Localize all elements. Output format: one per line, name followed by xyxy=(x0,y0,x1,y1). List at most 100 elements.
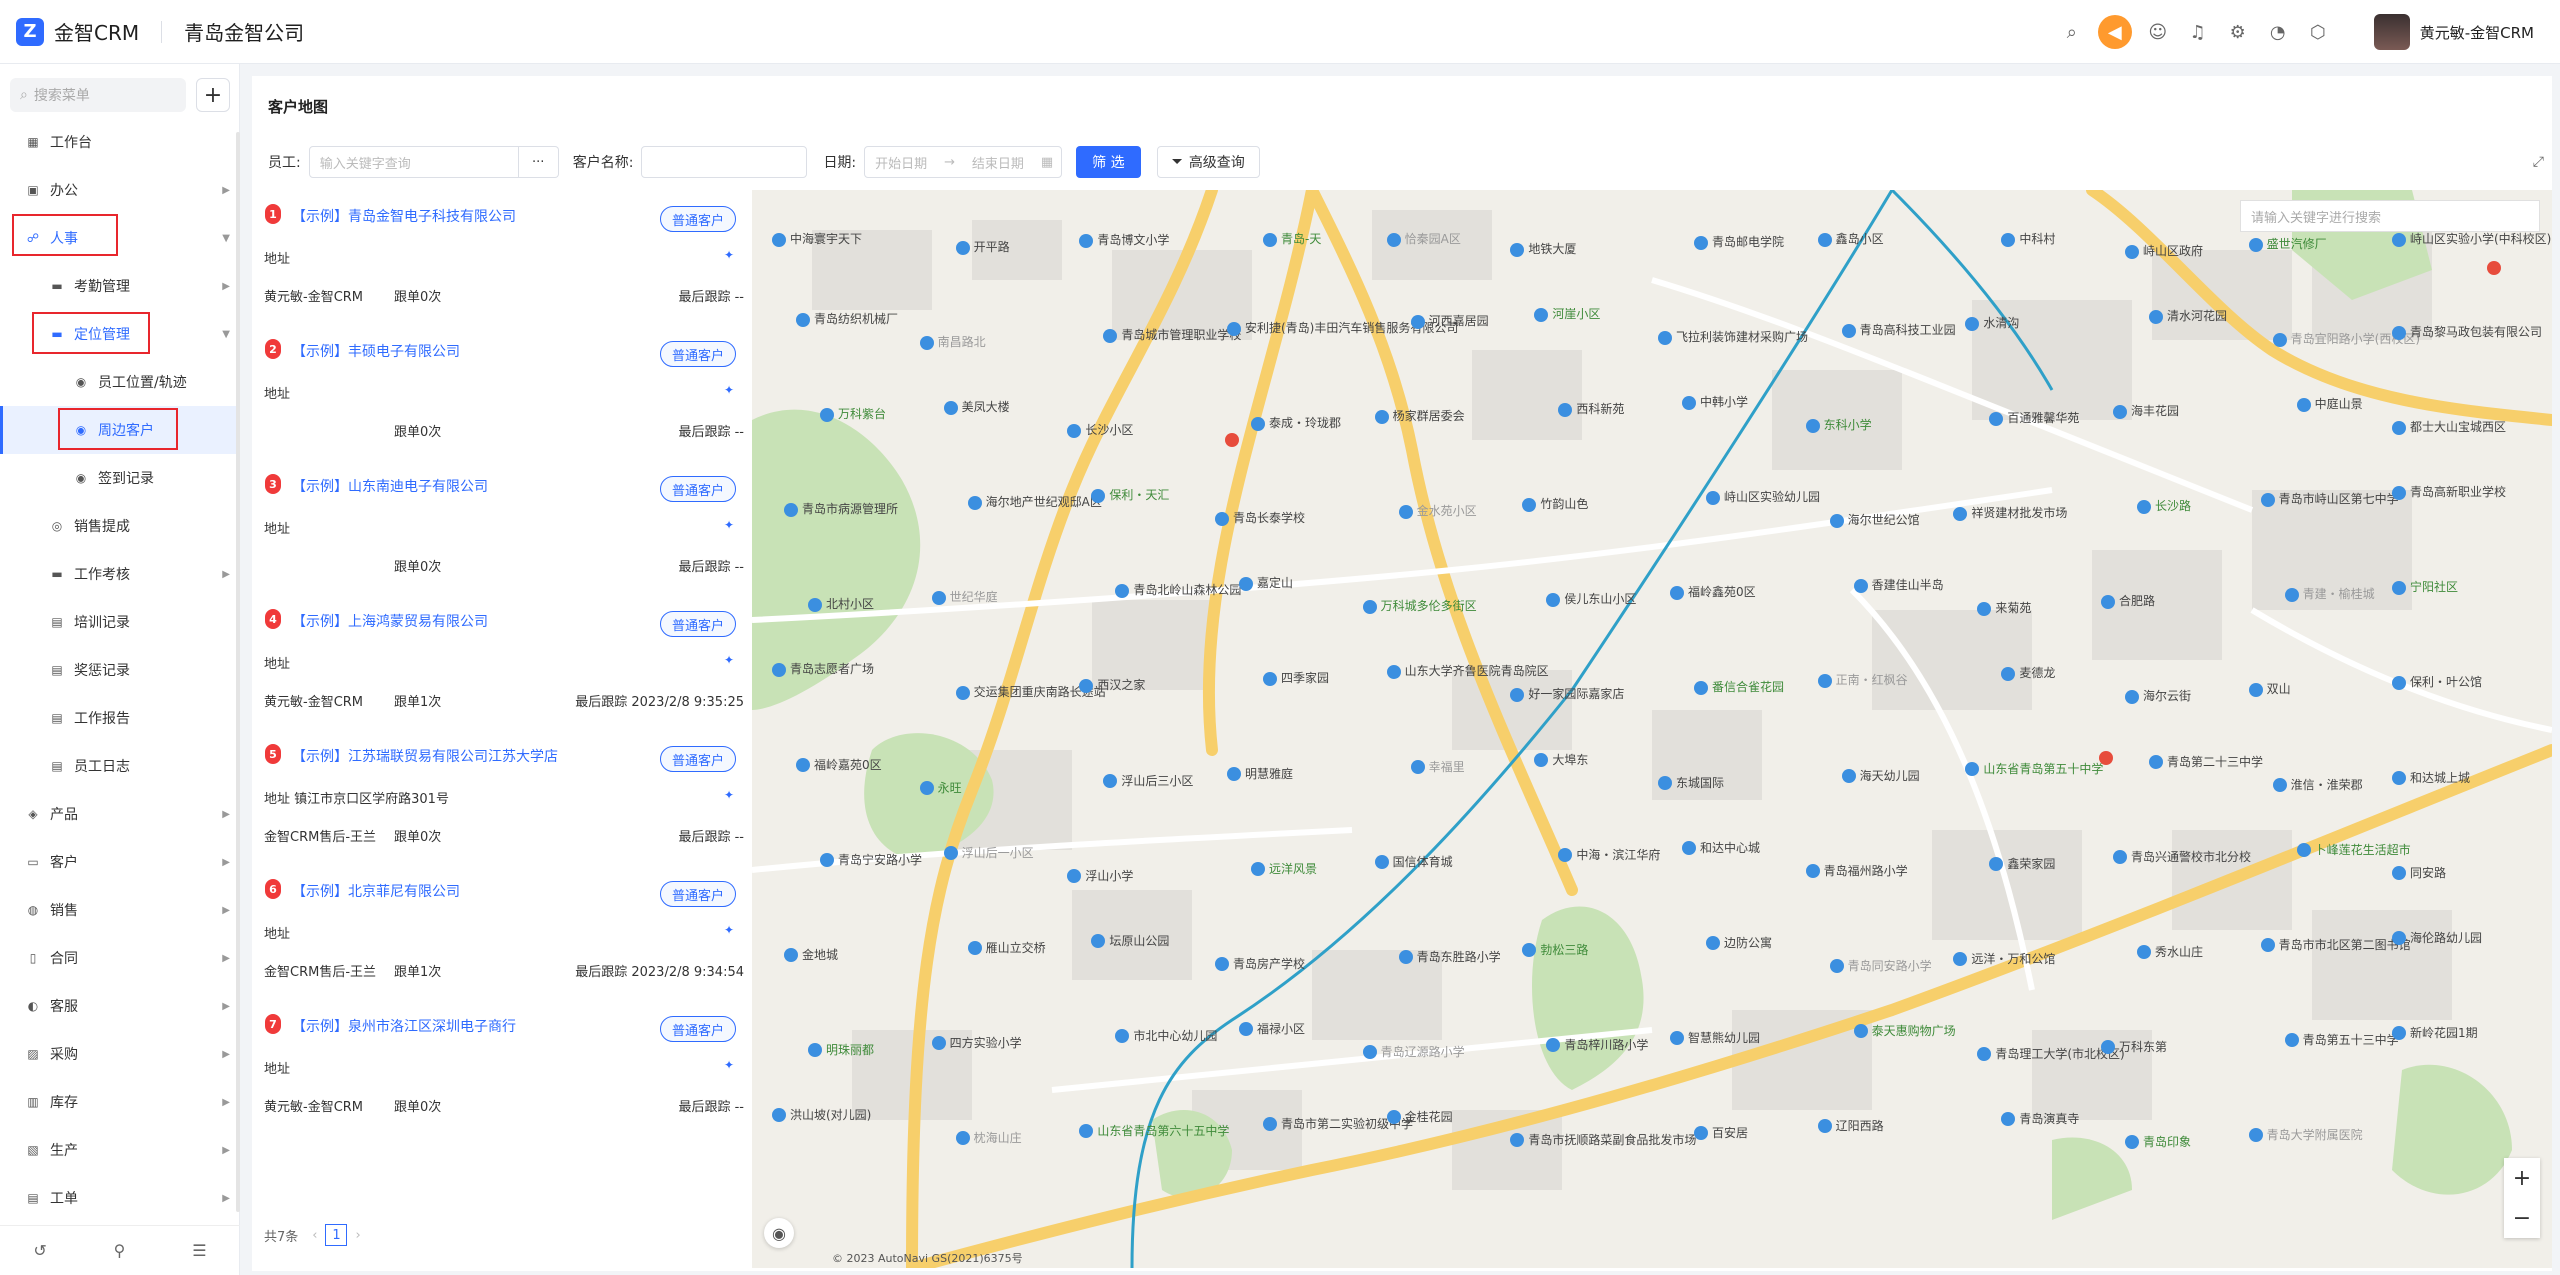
map-place-label[interactable]: 世纪华庭 xyxy=(931,588,998,605)
map-place-label[interactable]: 卜峰莲花生活超市 xyxy=(2296,841,2411,858)
map-place-label[interactable]: 河崖小区 xyxy=(1534,305,1600,322)
map-place-label[interactable]: 青岛长泰学校 xyxy=(1215,509,1305,526)
map-place-label[interactable]: 双山 xyxy=(2248,680,2291,697)
map-place-label[interactable]: 峙山区实验小学(中科校区) xyxy=(2392,230,2551,247)
bell-icon[interactable]: ♫ xyxy=(2178,12,2218,52)
map-place-label[interactable]: 香建佳山半岛 xyxy=(1853,576,1944,593)
map-place-label[interactable]: 山东大学齐鲁医院青岛院区 xyxy=(1386,662,1549,679)
map-view[interactable]: 中海寰宇天下 开平路 青岛博文小学 青岛-天 恰秦园A区 地铁大厦 青岛邮电学院 鑫岛小区 中科… xyxy=(752,190,2552,1268)
map-place-label[interactable]: 青岛第二十三中学 xyxy=(2149,753,2263,770)
sidebar-scrollbar[interactable] xyxy=(236,132,240,1212)
map-place-label[interactable]: 明珠丽都 xyxy=(808,1041,874,1058)
customer-card[interactable]: 4 【示例】上海鸿蒙贸易有限公司 普通客户 地址 ✦ 黄元敏-金智CRM 跟单1次 最后跟踪 … xyxy=(252,595,752,730)
sidebar-item-office[interactable]: ▣ 办公 ▶ xyxy=(0,166,240,214)
sidebar-item-assessment[interactable]: ▬ 工作考核 ▶ xyxy=(0,550,240,598)
map-place-label[interactable]: 海丰花园 xyxy=(2113,402,2179,419)
map-place-label[interactable]: 四方实验小学 xyxy=(931,1034,1022,1051)
map-place-label[interactable]: 同安路 xyxy=(2392,864,2446,881)
map-place-label[interactable]: 勃松三路 xyxy=(1522,941,1588,958)
map-place-label[interactable]: 坛原山公园 xyxy=(1091,932,1169,949)
map-place-label[interactable]: 青岛纺织机械厂 xyxy=(796,310,898,327)
map-place-label[interactable]: 保利・叶公馆 xyxy=(2392,673,2482,690)
map-place-label[interactable]: 永旺 xyxy=(919,779,962,796)
map-place-label[interactable]: 秀水山庄 xyxy=(2137,943,2203,960)
customer-card[interactable]: 5 【示例】江苏瑞联贸易有限公司江苏大学店 普通客户 地址 镇江市京口区学府路301号… xyxy=(252,730,752,865)
customer-name-link[interactable]: 【示例】丰硕电子有限公司 xyxy=(292,341,460,361)
map-place-label[interactable]: 海尔地产世纪观邸A区 xyxy=(967,493,1102,510)
customer-card[interactable]: 1 【示例】青岛金智电子科技有限公司 普通客户 地址 ✦ 黄元敏-金智CRM 跟单0次 最后跟… xyxy=(252,190,752,325)
map-place-label[interactable]: 海尔云街 xyxy=(2125,687,2191,704)
map-place-label[interactable]: 金桂花园 xyxy=(1386,1108,1453,1125)
pushpin-icon[interactable]: ✦ xyxy=(724,1058,734,1072)
map-place-label[interactable]: 长沙小区 xyxy=(1067,421,1133,438)
map-place-label[interactable]: 海伦路幼儿园 xyxy=(2392,929,2482,946)
map-search-input[interactable]: 请输入关键字进行搜索 xyxy=(2240,200,2540,232)
customer-card[interactable]: 2 【示例】丰硕电子有限公司 普通客户 地址 ✦ 跟单0次 最后跟踪 -- xyxy=(252,325,752,460)
zoom-in-button[interactable]: + xyxy=(2513,1166,2531,1191)
map-place-label[interactable]: 青岛北岭山森林公园 xyxy=(1115,581,1241,598)
map-place-label[interactable]: 大埠东 xyxy=(1534,751,1588,768)
map-place-label[interactable]: 海尔世纪公馆 xyxy=(1829,511,1920,528)
filter-button[interactable]: 筛 选 xyxy=(1076,146,1141,178)
gear-icon[interactable]: ⚙ xyxy=(2218,12,2258,52)
map-place-label[interactable]: 青岛市病源管理所 xyxy=(784,500,898,517)
map-place-label[interactable]: 番信合雀花园 xyxy=(1694,678,1784,695)
map-place-label[interactable]: 远洋・万和公馆 xyxy=(1953,950,2055,967)
map-place-label[interactable]: 青岛宁安路小学 xyxy=(820,851,922,868)
map-place-label[interactable]: 青岛博文小学 xyxy=(1079,231,1169,248)
sidebar-item-checkin[interactable]: ◉ 签到记录 xyxy=(0,454,240,502)
sidebar-item-purchase[interactable]: ▨ 采购 ▶ xyxy=(0,1030,240,1078)
map-place-label[interactable]: 地铁大厦 xyxy=(1510,240,1576,257)
sidebar-item-commission[interactable]: ◎ 销售提成 xyxy=(0,502,240,550)
pushpin-icon[interactable]: ✦ xyxy=(724,518,734,532)
map-place-label[interactable]: 青岛梓川路小学 xyxy=(1546,1036,1648,1053)
map-place-label[interactable]: 中海・滨江华府 xyxy=(1558,846,1660,863)
next-page-button[interactable]: › xyxy=(355,1228,360,1243)
zoom-out-button[interactable]: − xyxy=(2513,1206,2531,1231)
map-place-label[interactable]: 鑫荣家园 xyxy=(1989,855,2055,872)
employee-more-button[interactable]: ··· xyxy=(518,146,559,178)
customer-card[interactable]: 6 【示例】北京菲尼有限公司 普通客户 地址 ✦ 金智CRM售后-王兰 跟单1次 最后跟踪 2… xyxy=(252,865,752,1000)
map-place-label[interactable]: 水清沟 xyxy=(1965,314,2019,331)
sidebar-item-service[interactable]: ◐ 客服 ▶ xyxy=(0,982,240,1030)
map-place-label[interactable]: 万科城多伦多街区 xyxy=(1362,597,1477,614)
map-place-label[interactable]: 峙山区政府 xyxy=(2125,242,2203,259)
map-place-label[interactable]: 青岛房产学校 xyxy=(1215,955,1305,972)
pushpin-icon[interactable]: ✦ xyxy=(724,383,734,397)
map-place-label[interactable]: 青岛邮电学院 xyxy=(1694,233,1784,250)
map-place-label[interactable]: 长沙路 xyxy=(2137,497,2191,514)
map-place-label[interactable]: 青岛黎马政包装有限公司 xyxy=(2392,323,2542,340)
map-place-label[interactable]: 福禄小区 xyxy=(1239,1020,1305,1037)
map-place-label[interactable]: 泰成・玲珑郡 xyxy=(1251,414,1341,431)
collapse-icon[interactable]: ☰ xyxy=(192,1241,206,1260)
map-place-label[interactable]: 美凤大楼 xyxy=(943,398,1010,415)
map-place-label[interactable]: 和达中心城 xyxy=(1682,839,1760,856)
map-place-label[interactable]: 嘉定山 xyxy=(1239,574,1293,591)
map-place-label[interactable]: 正南・红枫谷 xyxy=(1817,671,1908,688)
sidebar-item-sales[interactable]: ◍ 销售 ▶ xyxy=(0,886,240,934)
sidebar-item-product[interactable]: ◈ 产品 ▶ xyxy=(0,790,240,838)
menu-search-input[interactable]: ⌕ 搜索菜单 xyxy=(10,78,186,112)
sidebar-item-workbench[interactable]: ▦ 工作台 xyxy=(0,118,240,166)
pie-chart-icon[interactable]: ◔ xyxy=(2258,12,2298,52)
map-place-label[interactable]: 青岛辽源路小学 xyxy=(1362,1043,1465,1060)
search-icon[interactable]: ⌕ xyxy=(2052,12,2092,52)
map-place-label[interactable]: 都士大山宝城西区 xyxy=(2392,418,2506,435)
sidebar-item-production[interactable]: ▧ 生产 ▶ xyxy=(0,1126,240,1174)
contact-icon[interactable]: ☺ xyxy=(2138,12,2178,52)
map-place-label[interactable]: 和达城上城 xyxy=(2392,769,2470,786)
customer-name-input[interactable] xyxy=(641,146,808,178)
map-place-label[interactable]: 鑫岛小区 xyxy=(1817,230,1884,247)
map-place-label[interactable]: 东科小学 xyxy=(1805,416,1872,433)
sidebar-item-stock[interactable]: ▥ 库存 ▶ xyxy=(0,1078,240,1126)
map-place-label[interactable]: 青岛演真寺 xyxy=(2001,1110,2079,1127)
map-place-label[interactable]: 开平路 xyxy=(955,238,1010,255)
map-place-label[interactable]: 海天幼儿园 xyxy=(1841,767,1920,784)
map-place-label[interactable]: 青岛高新职业学校 xyxy=(2392,483,2506,500)
map-place-label[interactable]: 中庭山景 xyxy=(2296,395,2363,412)
pushpin-icon[interactable]: ✦ xyxy=(724,923,734,937)
map-place-label[interactable]: 好一家园际嘉家店 xyxy=(1510,685,1624,702)
sidebar-item-customer[interactable]: ▭ 客户 ▶ xyxy=(0,838,240,886)
map-place-label[interactable]: 青岛大学附属医院 xyxy=(2248,1126,2363,1143)
page-number-button[interactable]: 1 xyxy=(325,1224,348,1246)
